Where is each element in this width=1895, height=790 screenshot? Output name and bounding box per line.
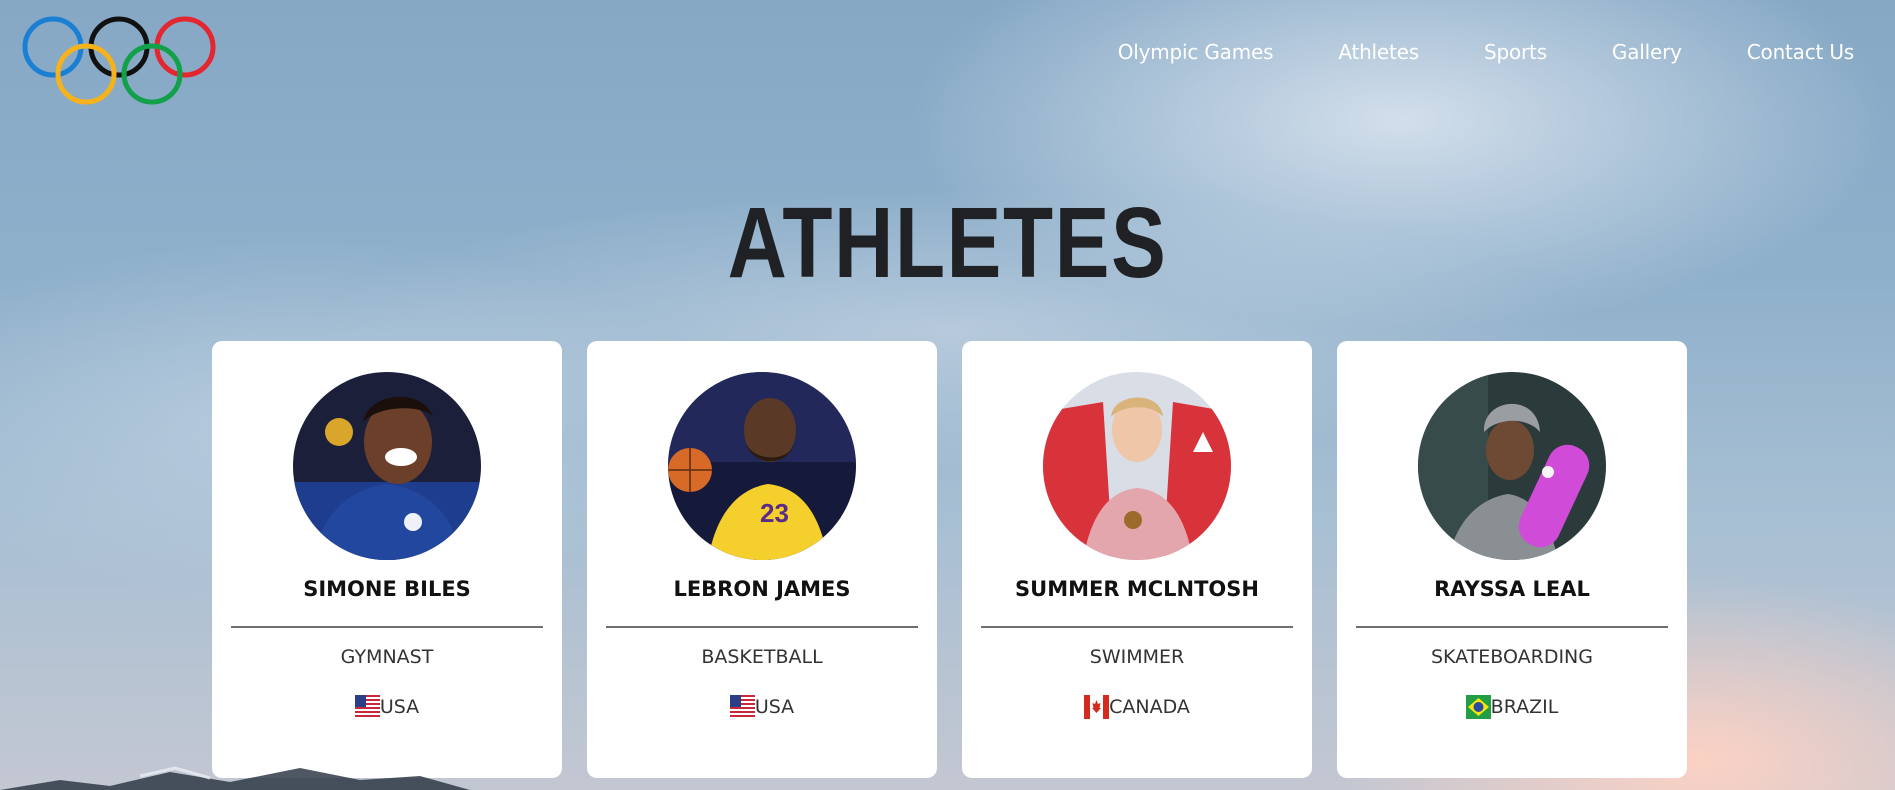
athlete-name: SUMMER MCLNTOSH <box>1015 577 1259 601</box>
olympic-rings-icon[interactable] <box>22 14 217 106</box>
athlete-sport: SWIMMER <box>1089 646 1185 668</box>
athlete-country: BRAZIL <box>1337 695 1687 719</box>
athlete-photo <box>1418 372 1606 560</box>
main-nav: Olympic Games Athletes Sports Gallery Co… <box>1118 40 1854 64</box>
country-label: USA <box>379 696 420 718</box>
divider <box>606 626 918 628</box>
country-label: USA <box>754 696 795 718</box>
divider <box>231 626 543 628</box>
nav-olympic-games[interactable]: Olympic Games <box>1118 40 1274 64</box>
nav-athletes[interactable]: Athletes <box>1338 40 1419 64</box>
athlete-photo <box>1043 372 1231 560</box>
mountain-silhouette <box>0 766 470 790</box>
athlete-photo <box>293 372 481 560</box>
page-title: ATHLETES <box>727 187 1168 299</box>
athlete-cards: SIMONE BILES GYMNAST USA 23 LEBRON JAMES… <box>212 341 1687 778</box>
athlete-photo: 23 <box>668 372 856 560</box>
athlete-sport: BASKETBALL <box>701 646 823 668</box>
athlete-card[interactable]: SIMONE BILES GYMNAST USA <box>212 341 562 778</box>
athlete-card[interactable]: RAYSSA LEAL SKATEBOARDING BRAZIL <box>1337 341 1687 778</box>
nav-gallery[interactable]: Gallery <box>1612 40 1682 64</box>
athlete-name: RAYSSA LEAL <box>1434 577 1590 601</box>
athlete-country: USA <box>212 695 562 719</box>
athlete-card[interactable]: SUMMER MCLNTOSH SWIMMER CANADA <box>962 341 1312 778</box>
athlete-name: SIMONE BILES <box>303 577 471 601</box>
athlete-card[interactable]: 23 LEBRON JAMES BASKETBALL USA <box>587 341 937 778</box>
athlete-sport: SKATEBOARDING <box>1430 646 1593 668</box>
divider <box>1356 626 1668 628</box>
canada-flag-icon <box>1084 695 1110 719</box>
svg-text:23: 23 <box>760 498 789 528</box>
usa-flag-icon <box>354 695 380 719</box>
athlete-sport: GYMNAST <box>340 646 434 668</box>
athlete-country: CANADA <box>962 695 1312 719</box>
country-label: CANADA <box>1109 696 1190 718</box>
athlete-country: USA <box>587 695 937 719</box>
divider <box>981 626 1293 628</box>
brazil-flag-icon <box>1465 695 1491 719</box>
usa-flag-icon <box>729 695 755 719</box>
country-label: BRAZIL <box>1490 696 1559 718</box>
nav-sports[interactable]: Sports <box>1484 40 1547 64</box>
athlete-name: LEBRON JAMES <box>673 577 851 601</box>
nav-contact-us[interactable]: Contact Us <box>1747 40 1854 64</box>
